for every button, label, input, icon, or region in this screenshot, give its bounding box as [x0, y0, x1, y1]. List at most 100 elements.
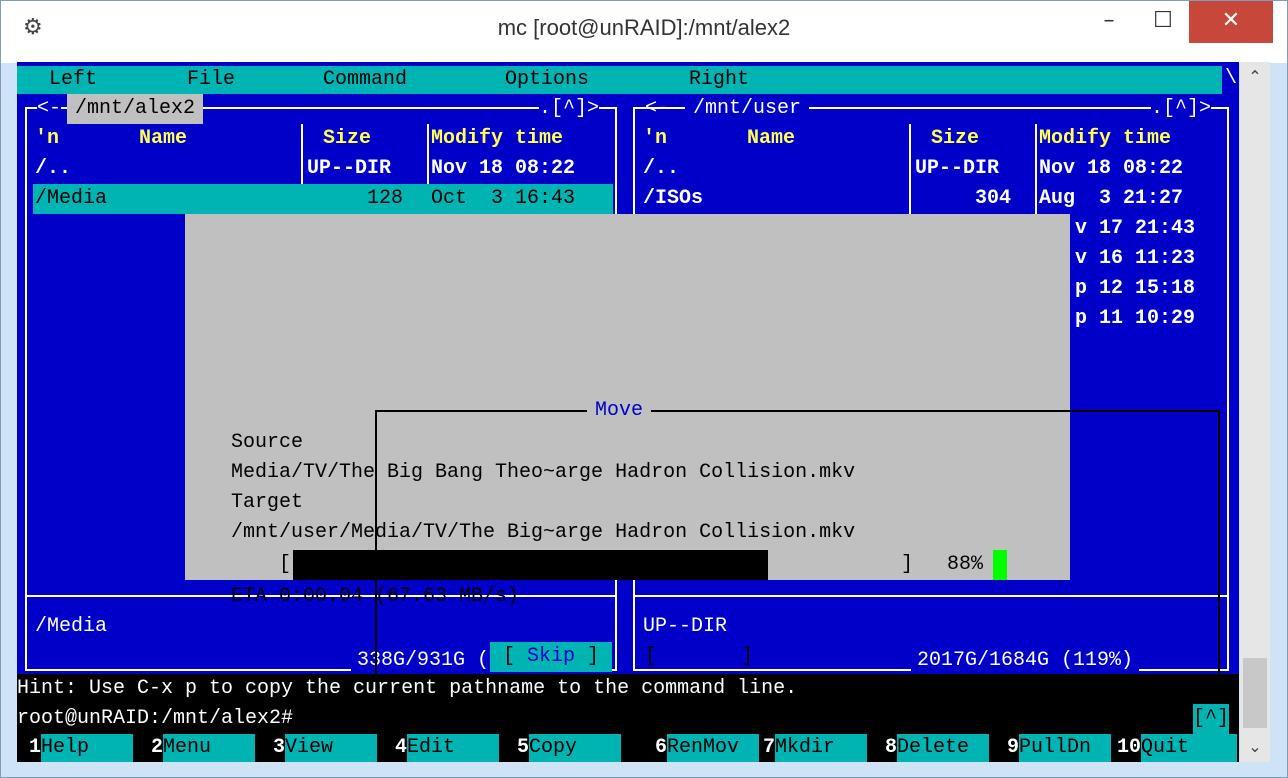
- f7-mkdir[interactable]: 7Mkdir: [763, 734, 868, 762]
- fkey-number: 4: [395, 736, 408, 759]
- source-label: Source: [231, 431, 304, 454]
- target-label: Target: [231, 491, 304, 514]
- fkey-number: 3: [273, 736, 286, 759]
- scroll-thumb[interactable]: [1243, 658, 1267, 728]
- fkey-number: 10: [1117, 736, 1142, 759]
- skip-button[interactable]: [ Skip ]: [490, 642, 612, 672]
- fkey-label: Edit: [407, 734, 500, 762]
- left-status: /Media: [35, 615, 108, 638]
- f4-edit[interactable]: 4Edit: [395, 734, 500, 762]
- left-row-name[interactable]: /..: [35, 154, 71, 184]
- scroll-down-icon[interactable]: ⌄: [1240, 732, 1270, 762]
- right-row-size: UP--DIR: [915, 157, 1000, 180]
- f3-view[interactable]: 3View: [273, 734, 378, 762]
- menu-bar: Left File Command Options Right: [17, 66, 1222, 94]
- hint-line: Hint: Use C-x p to copy the current path…: [17, 674, 1239, 704]
- right-row-name[interactable]: /..: [643, 154, 679, 184]
- menu-right[interactable]: Right: [689, 66, 749, 94]
- fkey-label: Quit: [1141, 734, 1238, 762]
- left-col-size[interactable]: Size: [323, 124, 371, 154]
- right-row-mtime: p 12 15:18: [1075, 277, 1196, 300]
- menu-left[interactable]: Left: [49, 66, 97, 94]
- command-line[interactable]: root@unRAID:/mnt/alex2# [^]: [17, 704, 1239, 734]
- left-row-size: 128: [367, 187, 404, 210]
- progress-bar-fill: [293, 550, 769, 580]
- f8-delete[interactable]: 8Delete: [885, 734, 990, 762]
- progress-close: ]: [901, 553, 914, 576]
- right-nav-back[interactable]: <-: [645, 94, 669, 124]
- cursor-block: [993, 550, 1007, 580]
- fkey-number: 2: [151, 736, 164, 759]
- hint-text: Hint: Use C-x p to copy the current path…: [17, 677, 798, 700]
- prompt-history-button[interactable]: [^]: [1193, 704, 1230, 734]
- fkey-number: 6: [655, 736, 668, 759]
- fkey-number: 5: [517, 736, 530, 759]
- scroll-up-icon[interactable]: ⌃: [1240, 62, 1270, 92]
- left-row-name[interactable]: /Media: [35, 184, 107, 214]
- f2-menu[interactable]: 2Menu: [151, 734, 256, 762]
- function-key-bar: 1Help 2Menu 3View 4Edit 5Copy 6RenMov 7M…: [17, 734, 1239, 762]
- right-row-mtime: v 16 11:23: [1075, 247, 1196, 270]
- close-button[interactable]: ✕: [1189, 1, 1273, 43]
- vertical-scrollbar[interactable]: ⌃ ⌄: [1240, 62, 1270, 762]
- maximize-button[interactable]: ☐: [1135, 1, 1191, 43]
- f6-renmov[interactable]: 6RenMov: [655, 734, 760, 762]
- right-col-sep-2: [1035, 124, 1037, 214]
- left-panel-border: [25, 107, 27, 671]
- right-nav-history[interactable]: .[^]>: [1151, 94, 1212, 124]
- abort-button[interactable]: [ Abort ]: [645, 642, 753, 672]
- right-row-mtime: p 11 10:29: [1075, 307, 1196, 330]
- right-panel-path[interactable]: /mnt/user: [685, 94, 810, 124]
- fkey-number: 9: [1007, 736, 1020, 759]
- f10-quit[interactable]: 10Quit: [1117, 734, 1238, 762]
- left-row-mtime: Nov 18 08:22: [431, 157, 576, 180]
- title-bar[interactable]: ⚙ mc [root@unRAID]:/mnt/alex2 – ☐ ✕: [1, 1, 1287, 63]
- skip-button-label: [ Skip ]: [502, 645, 600, 668]
- dialog-title: Move: [587, 396, 652, 426]
- fkey-label: Copy: [529, 734, 622, 762]
- right-row-name[interactable]: /ISOs: [643, 184, 703, 214]
- source-path: Media/TV/The Big Bang Theo~arge Hadron C…: [231, 461, 856, 484]
- right-row-size: 304: [975, 187, 1012, 210]
- menu-options[interactable]: Options: [505, 66, 589, 94]
- left-nav-history[interactable]: .[^]>: [539, 94, 600, 124]
- right-row-mtime: v 17 21:43: [1075, 217, 1196, 240]
- minimize-button[interactable]: –: [1081, 1, 1137, 43]
- menu-command[interactable]: Command: [323, 66, 407, 94]
- menu-corner: \: [1225, 67, 1238, 90]
- fkey-label: PullDn: [1019, 734, 1112, 762]
- fkey-label: Delete: [897, 734, 990, 762]
- right-col-size[interactable]: Size: [931, 124, 979, 154]
- fkey-label: Menu: [163, 734, 256, 762]
- fkey-number: 8: [885, 736, 898, 759]
- left-col-mtime[interactable]: Modify time: [431, 124, 563, 154]
- progress-track: [293, 550, 833, 580]
- left-row-mtime: Oct 3 16:43: [431, 187, 576, 210]
- left-nav-back[interactable]: <-: [37, 94, 62, 124]
- terminal-screen[interactable]: Left File Command Options Right \ <- /mn…: [17, 62, 1239, 762]
- right-col-sep-1: [909, 124, 911, 214]
- f1-help[interactable]: 1Help: [29, 734, 134, 762]
- right-row-mtime: Nov 18 08:22: [1039, 157, 1184, 180]
- menu-file[interactable]: File: [187, 66, 235, 94]
- target-path: /mnt/user/Media/TV/The Big~arge Hadron C…: [231, 521, 856, 544]
- eta-text: ETA 0:00.04 (67.63 MB/s): [231, 585, 520, 608]
- left-panel-path[interactable]: /mnt/alex2: [67, 94, 204, 124]
- progress-open: [: [279, 553, 292, 576]
- right-col-mtime[interactable]: Modify time: [1039, 124, 1171, 154]
- fkey-label: Help: [41, 734, 134, 762]
- fkey-label: View: [285, 734, 378, 762]
- left-col-name[interactable]: Name: [139, 124, 187, 154]
- fkey-label: RenMov: [667, 734, 760, 762]
- left-row-size: UP--DIR: [307, 157, 392, 180]
- shell-prompt[interactable]: root@unRAID:/mnt/alex2#: [17, 704, 293, 734]
- left-col-sort[interactable]: 'n: [35, 124, 59, 154]
- f5-copy[interactable]: 5Copy: [517, 734, 622, 762]
- right-row-mtime: Aug 3 21:27: [1039, 187, 1184, 210]
- fkey-number: 7: [763, 736, 776, 759]
- right-col-name[interactable]: Name: [747, 124, 795, 154]
- right-col-sort[interactable]: 'n: [643, 124, 667, 154]
- right-panel-border-right: [1227, 107, 1229, 671]
- f9-pulldn[interactable]: 9PullDn: [1007, 734, 1112, 762]
- progress-percent: 88%: [947, 553, 984, 576]
